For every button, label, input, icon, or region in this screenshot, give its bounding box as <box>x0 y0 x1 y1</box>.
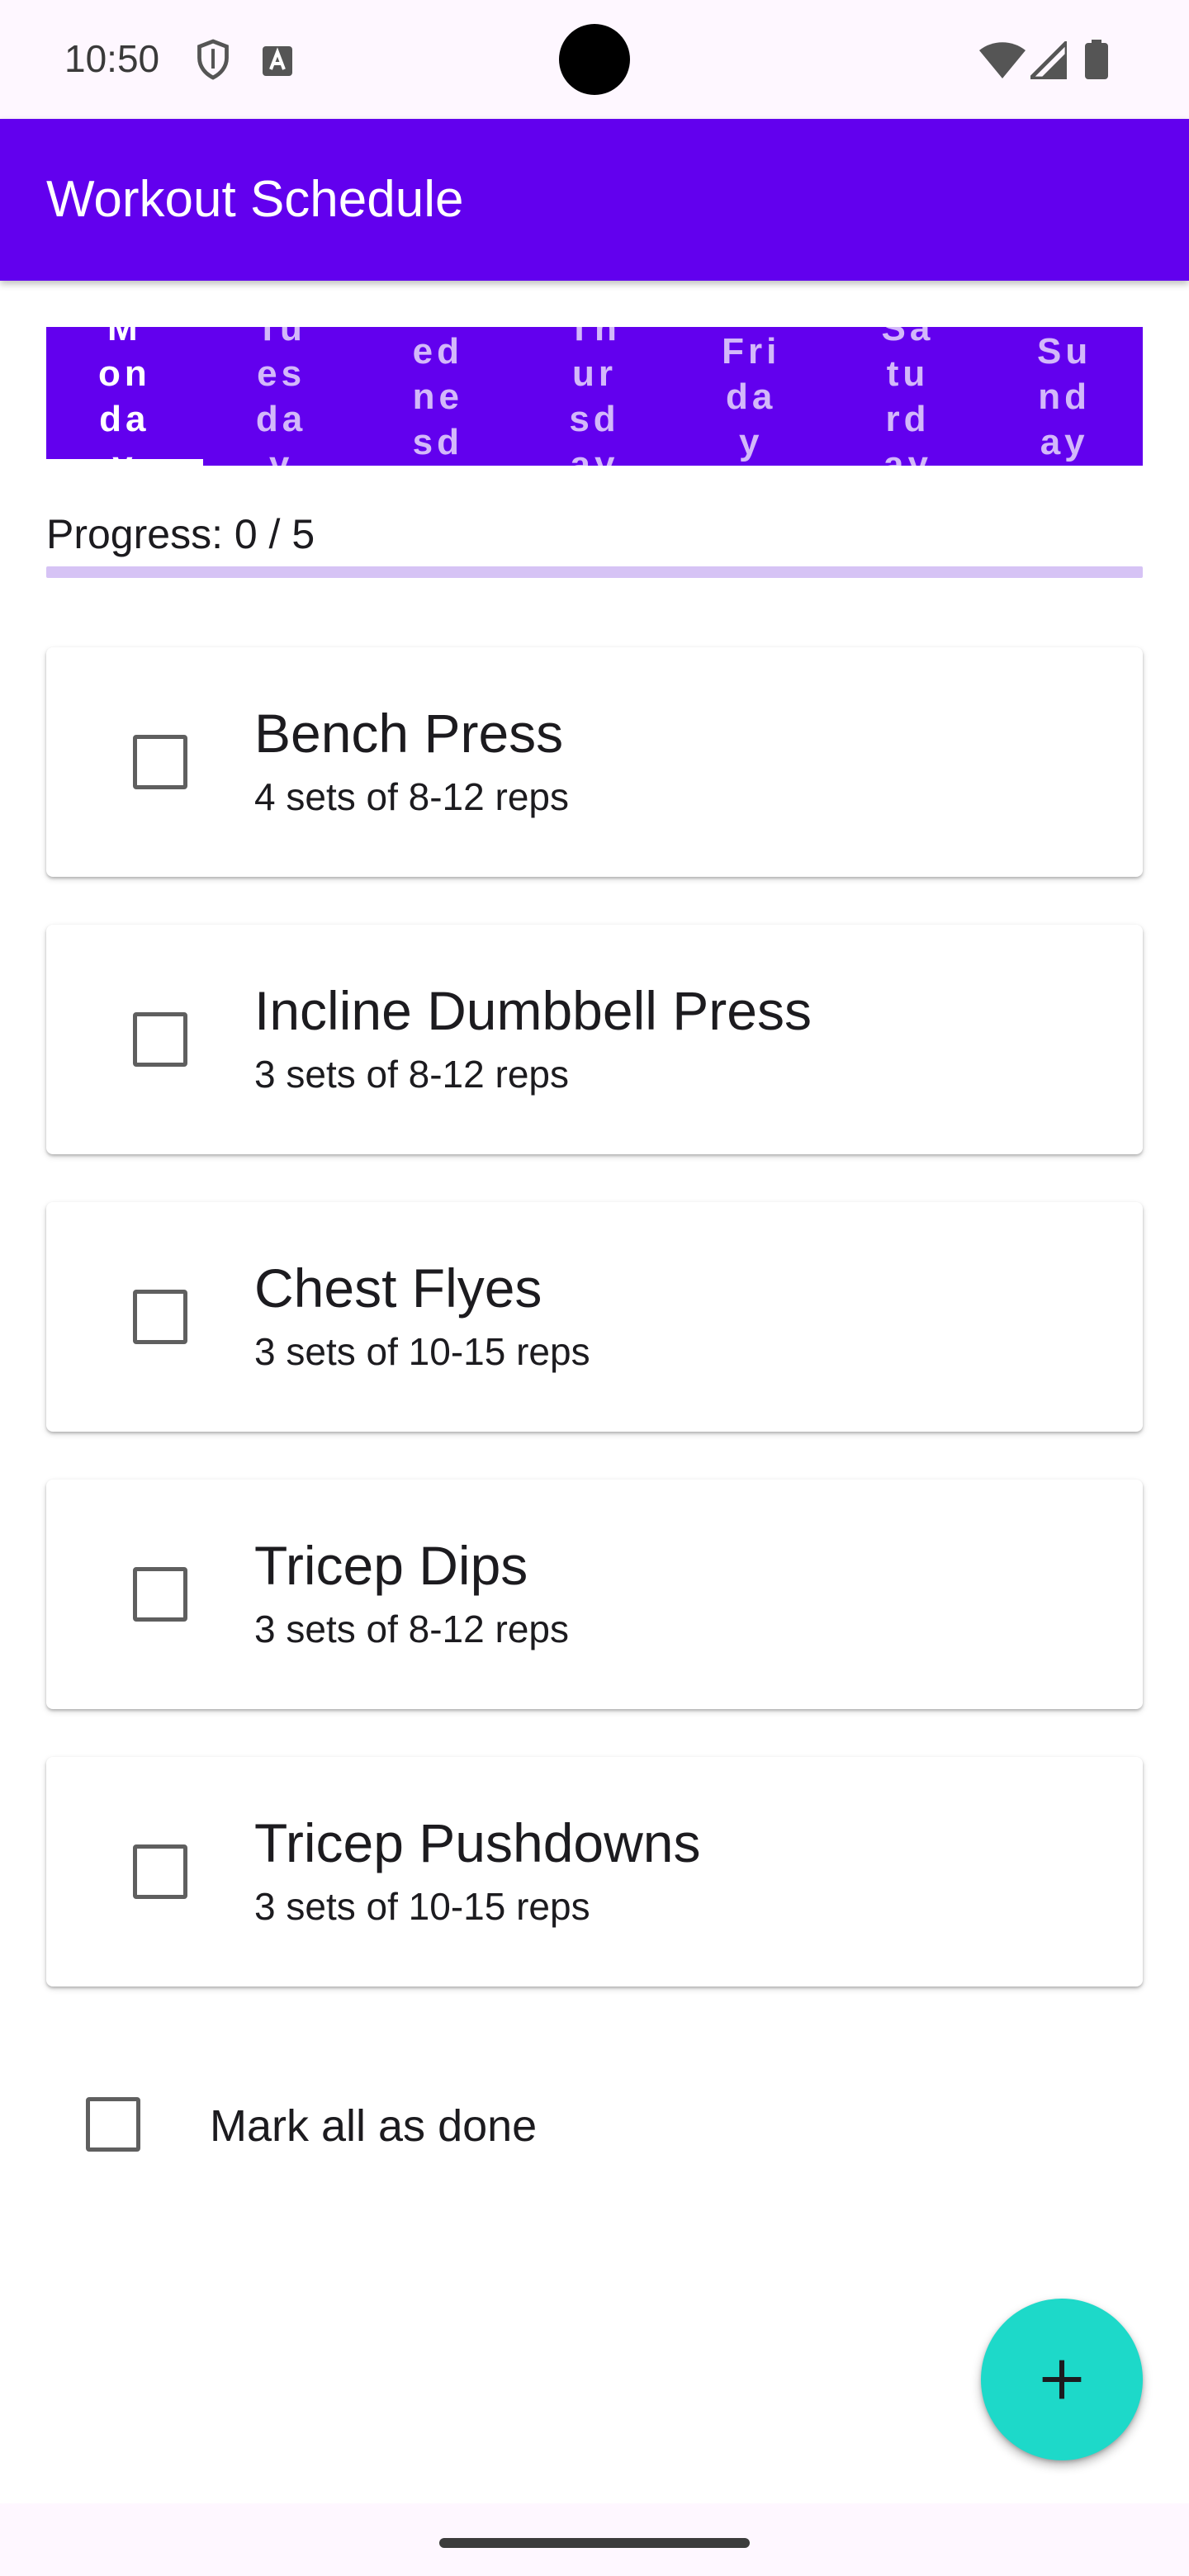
exercise-checkbox[interactable] <box>133 1012 187 1067</box>
day-tabs: Monday Tuesday Wednesday Thursday Friday… <box>46 327 1143 466</box>
tab-monday[interactable]: Monday <box>46 327 203 466</box>
progress-bar <box>46 566 1143 578</box>
exercise-checkbox[interactable] <box>133 1844 187 1899</box>
tab-label: Wednesday <box>412 330 463 462</box>
exercise-checkbox[interactable] <box>133 735 187 789</box>
exercise-card: Bench Press 4 sets of 8-12 reps <box>46 647 1143 877</box>
home-gesture-handle[interactable] <box>439 2538 750 2548</box>
exercise-checkbox[interactable] <box>133 1567 187 1622</box>
exercise-card: Chest Flyes 3 sets of 10-15 reps <box>46 1202 1143 1432</box>
tab-friday[interactable]: Friday <box>673 327 830 466</box>
exercise-detail: 3 sets of 10-15 reps <box>254 1330 590 1373</box>
exercise-name: Tricep Dips <box>254 1535 528 1596</box>
tab-label: Friday <box>722 330 781 462</box>
tab-indicator <box>46 459 203 466</box>
add-exercise-button[interactable] <box>981 2299 1143 2460</box>
wifi-icon <box>979 42 1026 78</box>
status-time: 10:50 <box>64 37 160 80</box>
mark-all-label: Mark all as done <box>210 2101 538 2151</box>
exercise-checkbox[interactable] <box>133 1290 187 1344</box>
signal-icon <box>1030 41 1067 79</box>
screen: 10:50 Workout Schedule Monday Tuesday ed… <box>0 0 1189 2576</box>
tab-thursday[interactable]: Thursday <box>516 327 673 466</box>
mark-all-checkbox[interactable] <box>86 2097 140 2152</box>
app-bar: Workout Schedule <box>0 119 1189 281</box>
status-bar: 10:50 <box>0 0 1189 119</box>
exercise-card: Tricep Dips 3 sets of 8-12 reps <box>46 1480 1143 1709</box>
exercise-card: Tricep Pushdowns 3 sets of 10-15 reps <box>46 1757 1143 1986</box>
font-a-icon <box>263 46 292 76</box>
tab-wednesday[interactable]: Wednesday <box>359 327 516 466</box>
battery-icon <box>1085 40 1108 79</box>
exercise-name: Tricep Pushdowns <box>254 1812 701 1873</box>
exercise-detail: 3 sets of 8-12 reps <box>254 1608 569 1650</box>
plus-icon <box>1042 2360 1082 2399</box>
mark-all-row[interactable]: Mark all as done <box>86 2097 664 2176</box>
progress-label: Progress: 0 / 5 <box>46 511 315 557</box>
navigation-bar <box>0 2503 1189 2576</box>
tab-tuesday[interactable]: Tuesday <box>203 327 360 466</box>
camera-cutout <box>559 24 630 95</box>
tab-label: Saturday <box>881 327 935 466</box>
tab-label: Thursday <box>568 327 621 466</box>
exercise-name: Chest Flyes <box>254 1257 542 1319</box>
exercise-detail: 3 sets of 8-12 reps <box>254 1053 569 1096</box>
tab-label: Tuesday <box>255 327 307 466</box>
exercise-list: Bench Press 4 sets of 8-12 reps Incline … <box>46 647 1143 2034</box>
tab-label: Sunday <box>1037 330 1092 462</box>
exercise-name: Incline Dumbbell Press <box>254 980 812 1041</box>
tab-saturday[interactable]: Saturday <box>830 327 987 466</box>
exercise-name: Bench Press <box>254 703 564 764</box>
shield-icon <box>197 39 229 80</box>
app-title: Workout Schedule <box>46 171 464 228</box>
exercise-card: Incline Dumbbell Press 3 sets of 8-12 re… <box>46 925 1143 1154</box>
tab-label: Monday <box>97 327 151 466</box>
tab-sunday[interactable]: Sunday <box>986 327 1143 466</box>
exercise-detail: 4 sets of 8-12 reps <box>254 775 569 818</box>
exercise-detail: 3 sets of 10-15 reps <box>254 1885 590 1928</box>
